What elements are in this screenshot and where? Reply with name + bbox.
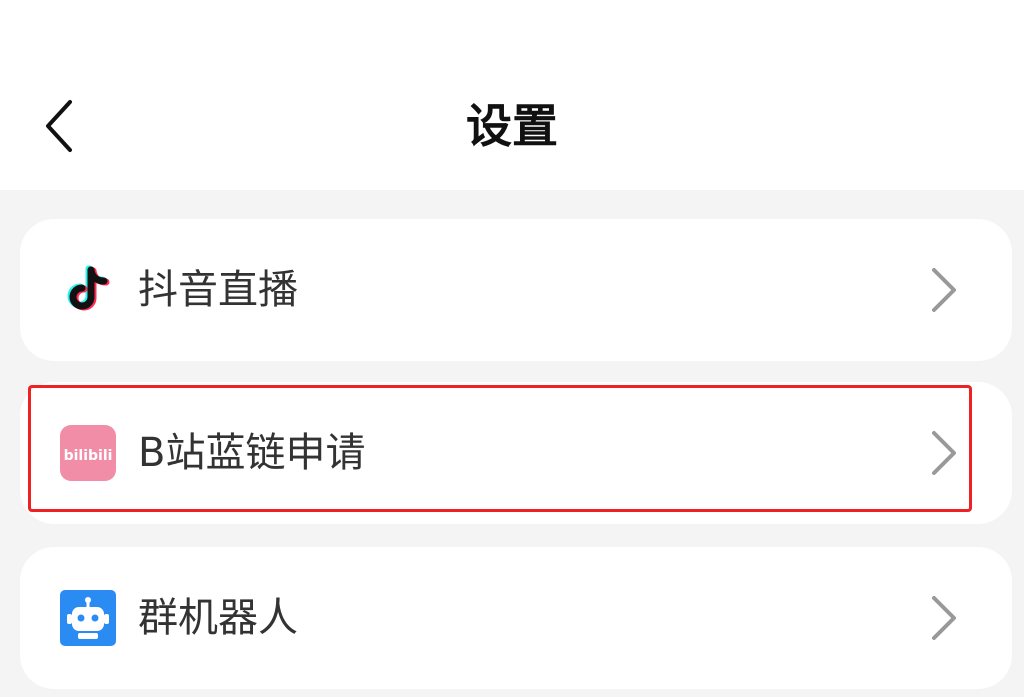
settings-item-label: B站蓝链申请	[138, 430, 366, 476]
settings-item-douyin-live[interactable]: 抖音直播	[20, 219, 1012, 361]
settings-item-group-robot[interactable]: 群机器人	[20, 547, 1012, 689]
bilibili-icon: bilibili	[60, 425, 116, 481]
top-bar: 设置	[0, 0, 1024, 190]
settings-item-label: 抖音直播	[138, 267, 298, 313]
chevron-right-icon	[932, 596, 956, 640]
page-title: 设置	[466, 99, 558, 153]
chevron-right-icon	[932, 268, 956, 312]
svg-text:bilibili: bilibili	[64, 448, 113, 464]
robot-icon	[60, 590, 116, 646]
settings-item-label: 群机器人	[138, 595, 298, 641]
settings-item-bilibili-link[interactable]: bilibili B站蓝链申请	[20, 382, 1012, 524]
douyin-icon	[67, 265, 110, 311]
chevron-right-icon	[932, 431, 956, 475]
